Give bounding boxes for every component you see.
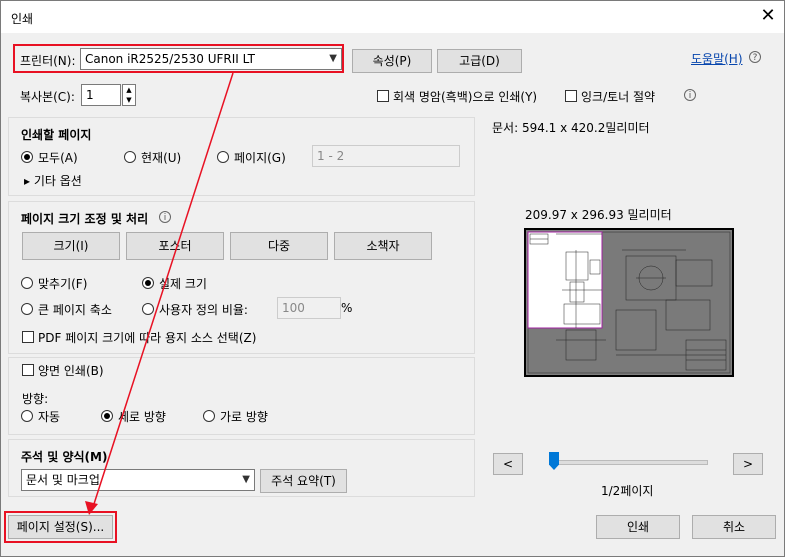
current-page-label: 현재(U) — [141, 151, 182, 165]
copies-stepper[interactable]: ▲ ▼ — [122, 84, 136, 106]
advanced-button[interactable]: 고급(D) — [437, 49, 522, 73]
orientation-group: 양면 인쇄(B) 방향: 자동 세로 방향 가로 방향 — [8, 357, 475, 435]
page-sizing-title: 페이지 크기 조정 및 처리 — [21, 212, 149, 226]
ink-save-checkbox[interactable] — [565, 90, 577, 102]
page-slider-thumb[interactable] — [549, 452, 559, 470]
summarize-comments-button[interactable]: 주석 요약(T) — [260, 469, 347, 493]
cancel-button[interactable]: 취소 — [692, 515, 776, 539]
print-button[interactable]: 인쇄 — [596, 515, 680, 539]
paper-size: 209.97 x 296.93 밀리미터 — [525, 208, 672, 222]
help-link[interactable]: 도움말(H) — [691, 50, 743, 67]
custom-scale-label: 사용자 정의 비율: — [159, 303, 248, 317]
actual-size-radio[interactable] — [142, 277, 154, 289]
landscape-label: 가로 방향 — [220, 410, 268, 424]
prev-page-button[interactable]: < — [493, 453, 523, 475]
page-indicator: 1/2페이지 — [601, 484, 654, 498]
copies-label: 복사본(C): — [20, 90, 75, 104]
size-button[interactable]: 크기(I) — [22, 232, 120, 260]
copies-input[interactable]: 1 — [81, 84, 121, 106]
comments-group: 주석 및 양식(M) 문서 및 마크업 ▼ 주석 요약(T) — [8, 439, 475, 497]
landscape-radio[interactable] — [203, 410, 215, 422]
page-range-radio[interactable] — [217, 151, 229, 163]
preview-pane: 문서: 594.1 x 420.2밀리미터 209.97 x 296.93 밀리… — [478, 117, 777, 502]
printer-select[interactable]: Canon iR2525/2530 UFRII LT ▼ — [80, 48, 342, 70]
booklet-button[interactable]: 소책자 — [334, 232, 432, 260]
document-size: 문서: 594.1 x 420.2밀리미터 — [492, 121, 650, 135]
multiple-button[interactable]: 다중 — [230, 232, 328, 260]
stepper-up-icon[interactable]: ▲ — [123, 85, 135, 95]
shrink-label: 큰 페이지 축소 — [38, 303, 112, 317]
chevron-down-icon: ▼ — [242, 474, 250, 485]
portrait-label: 세로 방향 — [118, 410, 166, 424]
chevron-down-icon: ▼ — [329, 53, 337, 64]
properties-button[interactable]: 속성(P) — [352, 49, 432, 73]
portrait-radio[interactable] — [101, 410, 113, 422]
orientation-label: 방향: — [22, 392, 49, 406]
close-icon[interactable]: ✕ — [757, 5, 779, 27]
print-dialog: 인쇄 ✕ 프린터(N): Canon iR2525/2530 UFRII LT … — [0, 0, 785, 557]
current-page-radio[interactable] — [124, 151, 136, 163]
page-slider-track[interactable] — [554, 460, 708, 465]
title-bar: 인쇄 ✕ — [1, 1, 784, 33]
page-preview — [524, 228, 734, 377]
sizing-info-icon[interactable]: i — [159, 211, 171, 223]
duplex-label: 양면 인쇄(B) — [38, 364, 104, 378]
printer-value: Canon iR2525/2530 UFRII LT — [85, 52, 255, 66]
pages-to-print-group: 인쇄할 페이지 모두(A) 현재(U) 페이지(G) 1 - 2 ▸ 기타 옵션 — [8, 117, 475, 196]
comments-select[interactable]: 문서 및 마크업 ▼ — [21, 469, 255, 491]
fit-radio[interactable] — [21, 277, 33, 289]
page-range-label: 페이지(G) — [234, 151, 286, 165]
grayscale-label: 회색 명암(흑백)으로 인쇄(Y) — [393, 90, 538, 104]
more-options-toggle[interactable]: ▸ 기타 옵션 — [24, 172, 82, 189]
pages-to-print-title: 인쇄할 페이지 — [21, 128, 92, 142]
poster-button[interactable]: 포스터 — [126, 232, 224, 260]
all-pages-radio[interactable] — [21, 151, 33, 163]
auto-orientation-radio[interactable] — [21, 410, 33, 422]
duplex-checkbox[interactable] — [22, 364, 34, 376]
page-range-input[interactable]: 1 - 2 — [312, 145, 460, 167]
percent-label: % — [341, 301, 353, 315]
fit-label: 맞추기(F) — [38, 277, 88, 291]
pdf-source-checkbox[interactable] — [22, 331, 34, 343]
custom-scale-radio[interactable] — [142, 303, 154, 315]
actual-size-label: 실제 크기 — [159, 277, 207, 291]
custom-scale-input[interactable]: 100 — [277, 297, 341, 319]
ink-save-info-icon[interactable]: i — [684, 89, 696, 101]
shrink-radio[interactable] — [21, 303, 33, 315]
printer-label: 프린터(N): — [20, 54, 76, 68]
page-setup-button[interactable]: 페이지 설정(S)... — [8, 515, 113, 539]
comments-title: 주석 및 양식(M) — [21, 450, 108, 464]
help-icon[interactable]: ? — [749, 51, 761, 63]
comments-value: 문서 및 마크업 — [26, 473, 100, 487]
page-sizing-group: 페이지 크기 조정 및 처리 i 크기(I) 포스터 다중 소책자 맞추기(F)… — [8, 201, 475, 354]
all-pages-label: 모두(A) — [38, 151, 78, 165]
next-page-button[interactable]: > — [733, 453, 763, 475]
drawing-preview-image — [526, 230, 732, 375]
grayscale-checkbox[interactable] — [377, 90, 389, 102]
stepper-down-icon[interactable]: ▼ — [123, 95, 135, 105]
pdf-source-label: PDF 페이지 크기에 따라 용지 소스 선택(Z) — [38, 331, 257, 345]
auto-orientation-label: 자동 — [38, 410, 61, 424]
window-title: 인쇄 — [11, 12, 34, 26]
ink-save-label: 잉크/토너 절약 — [581, 90, 656, 104]
